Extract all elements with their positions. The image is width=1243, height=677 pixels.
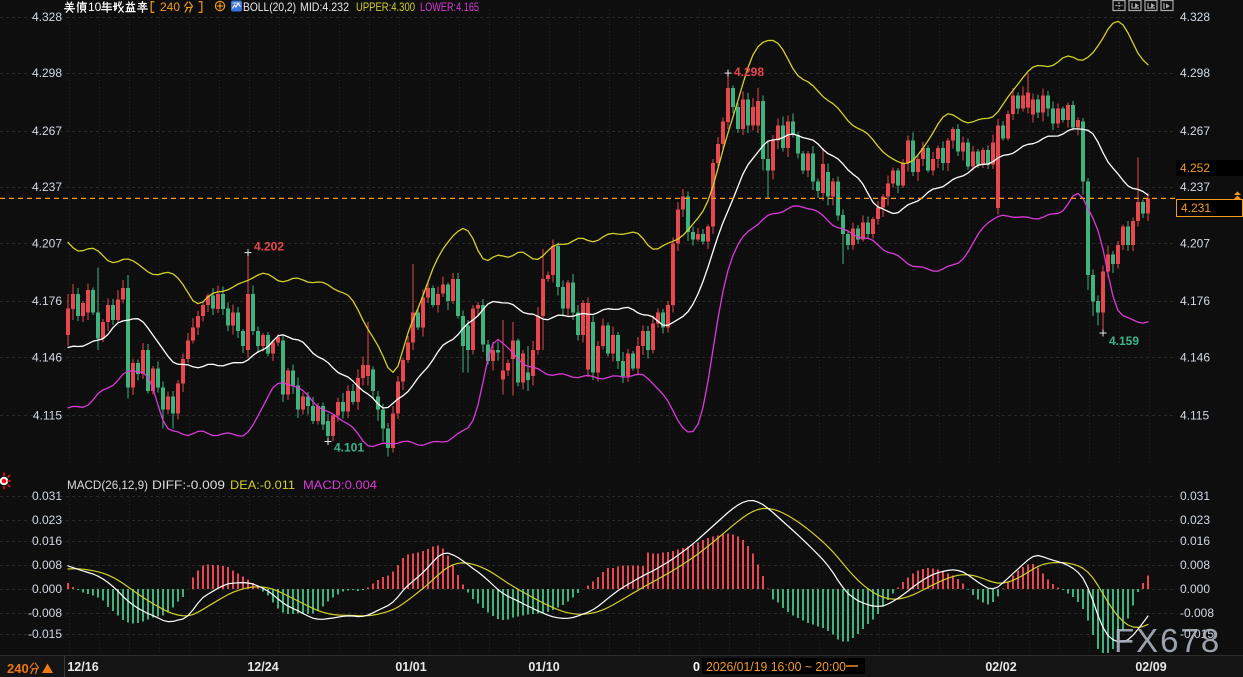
- svg-text:02/09: 02/09: [1135, 660, 1166, 674]
- svg-text:4.298: 4.298: [32, 66, 62, 80]
- svg-text:0.016: 0.016: [32, 534, 62, 548]
- svg-text:MACD(26,12,9): MACD(26,12,9): [67, 478, 148, 492]
- svg-text:10: 10: [88, 0, 102, 14]
- svg-text:4.159: 4.159: [1109, 334, 1139, 348]
- svg-text:4.176: 4.176: [1180, 294, 1210, 308]
- svg-text:0.008: 0.008: [1180, 558, 1210, 572]
- svg-text:240: 240: [7, 661, 29, 676]
- svg-text:4.252: 4.252: [1180, 161, 1210, 175]
- svg-text:4.101: 4.101: [334, 440, 364, 454]
- svg-text:0: 0: [693, 660, 700, 674]
- svg-text:4.207: 4.207: [32, 236, 62, 250]
- svg-text:0.023: 0.023: [1180, 513, 1210, 527]
- svg-text:DEA:-0.011: DEA:-0.011: [230, 478, 295, 492]
- svg-text:4.146: 4.146: [32, 350, 62, 364]
- svg-text:4.176: 4.176: [32, 294, 62, 308]
- svg-text:4.328: 4.328: [32, 10, 62, 24]
- svg-text:4.146: 4.146: [1180, 350, 1210, 364]
- svg-text:12/16: 12/16: [67, 660, 98, 674]
- svg-text:MID:4.232: MID:4.232: [300, 0, 349, 14]
- svg-text:4.202: 4.202: [254, 240, 284, 254]
- svg-text:4.298: 4.298: [734, 65, 764, 79]
- svg-text:BOLL(20,2): BOLL(20,2): [243, 0, 296, 14]
- svg-text:LOWER:4.165: LOWER:4.165: [420, 0, 479, 14]
- svg-text:0.031: 0.031: [32, 489, 62, 503]
- svg-text:4.231: 4.231: [1181, 201, 1211, 215]
- svg-text:4.237: 4.237: [1180, 180, 1210, 194]
- svg-text:-0.015: -0.015: [28, 627, 62, 641]
- svg-text:4.298: 4.298: [1180, 66, 1210, 80]
- svg-text:-0.008: -0.008: [1180, 606, 1214, 620]
- svg-text:02/02: 02/02: [985, 660, 1016, 674]
- svg-text:4.328: 4.328: [1180, 10, 1210, 24]
- svg-text:01/01: 01/01: [395, 660, 426, 674]
- svg-text:240: 240: [160, 0, 180, 14]
- svg-text:4.115: 4.115: [33, 408, 62, 422]
- svg-text:UPPER:4.300: UPPER:4.300: [356, 0, 415, 14]
- svg-text:12/24: 12/24: [247, 660, 278, 674]
- svg-text:0.031: 0.031: [1180, 489, 1210, 503]
- svg-text:4.267: 4.267: [1180, 124, 1210, 138]
- svg-text:0.000: 0.000: [32, 582, 62, 596]
- svg-text:-0.008: -0.008: [28, 606, 62, 620]
- svg-text:0.000: 0.000: [1180, 582, 1210, 596]
- svg-text:4.115: 4.115: [1180, 408, 1209, 422]
- svg-text:DIFF:-0.009: DIFF:-0.009: [152, 478, 225, 492]
- svg-text:4.207: 4.207: [1180, 236, 1210, 250]
- svg-text:01/10: 01/10: [528, 660, 559, 674]
- svg-text:0.016: 0.016: [1180, 534, 1210, 548]
- svg-text:0.023: 0.023: [32, 513, 62, 527]
- svg-text:4.267: 4.267: [32, 124, 62, 138]
- svg-text:0.008: 0.008: [32, 558, 62, 572]
- svg-text:4.237: 4.237: [32, 180, 62, 194]
- svg-text:MACD:0.004: MACD:0.004: [303, 478, 377, 492]
- svg-text:2026/01/19 16:00 ~ 20:00: 2026/01/19 16:00 ~ 20:00: [706, 660, 846, 674]
- svg-text:FX678: FX678: [1114, 622, 1221, 659]
